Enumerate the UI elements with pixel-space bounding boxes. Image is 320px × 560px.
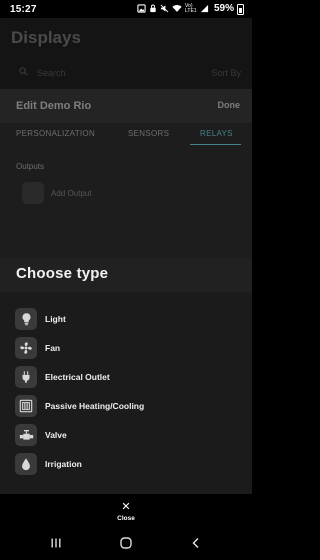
- search-icon: [19, 67, 28, 78]
- navigation-bar: [0, 530, 252, 560]
- status-bar: 15:27 Vo) LTE1 59%: [0, 0, 252, 18]
- type-item-passive-heating-cooling[interactable]: Passive Heating/Cooling: [15, 394, 144, 418]
- add-output-button: Add Output: [22, 181, 91, 205]
- type-item-light[interactable]: Light: [15, 307, 66, 331]
- search-input: Search: [37, 68, 66, 78]
- close-button[interactable]: Close: [106, 502, 146, 526]
- back-icon: [191, 536, 201, 554]
- add-output-label: Add Output: [51, 188, 92, 198]
- home-button[interactable]: [114, 536, 138, 555]
- close-area: Close: [0, 494, 252, 530]
- water-drop-icon: [15, 453, 37, 475]
- fan-icon: [15, 337, 37, 359]
- valve-icon: [15, 424, 37, 446]
- electrical-plug-icon: [15, 366, 37, 388]
- type-label: Fan: [45, 343, 61, 353]
- type-label: Valve: [45, 430, 67, 440]
- sort-button: Sort By: [211, 68, 241, 78]
- battery-icon: [237, 3, 244, 15]
- type-item-fan[interactable]: Fan: [15, 336, 60, 360]
- network-label: Vo) LTE1: [184, 3, 197, 14]
- back-button[interactable]: [184, 537, 208, 553]
- signal-icon: [200, 4, 209, 15]
- radiator-icon: [15, 395, 37, 417]
- battery-percent: 59%: [213, 3, 234, 14]
- close-icon: [106, 502, 146, 513]
- lock-icon: [149, 4, 157, 15]
- tab-relays: RELAYS: [200, 129, 233, 138]
- edit-panel: Edit Demo Rio Done PERSONALIZATION SENSO…: [0, 89, 252, 258]
- recents-button[interactable]: [44, 537, 68, 553]
- recents-icon: [50, 536, 62, 554]
- background-app: Displays Search Sort By Edit Demo Rio Do…: [0, 18, 252, 258]
- type-label: Electrical Outlet: [45, 372, 110, 382]
- tab-bar: PERSONALIZATION SENSORS RELAYS: [0, 127, 252, 147]
- status-time: 15:27: [10, 3, 37, 15]
- sheet-header: Choose type: [0, 258, 252, 292]
- search-row: Search Sort By: [11, 66, 243, 82]
- photo-notification-icon: [137, 3, 146, 15]
- edit-title: Edit Demo Rio: [16, 100, 92, 112]
- type-item-electrical-outlet[interactable]: Electrical Outlet: [15, 365, 110, 389]
- close-label: Close: [117, 515, 135, 522]
- type-label: Passive Heating/Cooling: [45, 401, 145, 411]
- active-tab-indicator: [190, 144, 241, 145]
- type-label: Irrigation: [45, 459, 82, 469]
- mute-icon: [160, 4, 169, 15]
- type-item-valve[interactable]: Valve: [15, 423, 67, 447]
- home-icon: [119, 536, 133, 555]
- wifi-icon: [172, 4, 182, 15]
- type-item-irrigation[interactable]: Irrigation: [15, 452, 82, 476]
- outputs-label: Outputs: [16, 162, 45, 171]
- type-label: Light: [45, 314, 66, 324]
- tab-sensors: SENSORS: [128, 129, 170, 138]
- page-title: Displays: [11, 28, 81, 47]
- edit-header: Edit Demo Rio Done: [0, 89, 252, 123]
- status-icons: Vo) LTE1 59%: [137, 3, 244, 15]
- light-bulb-icon: [15, 308, 37, 330]
- sheet-title: Choose type: [16, 265, 109, 282]
- tab-personalization: PERSONALIZATION: [16, 129, 96, 138]
- choose-type-sheet: Choose type Light Fan Electrical Outlet …: [0, 258, 252, 494]
- done-button: Done: [217, 100, 241, 110]
- add-output-tile: [22, 182, 44, 204]
